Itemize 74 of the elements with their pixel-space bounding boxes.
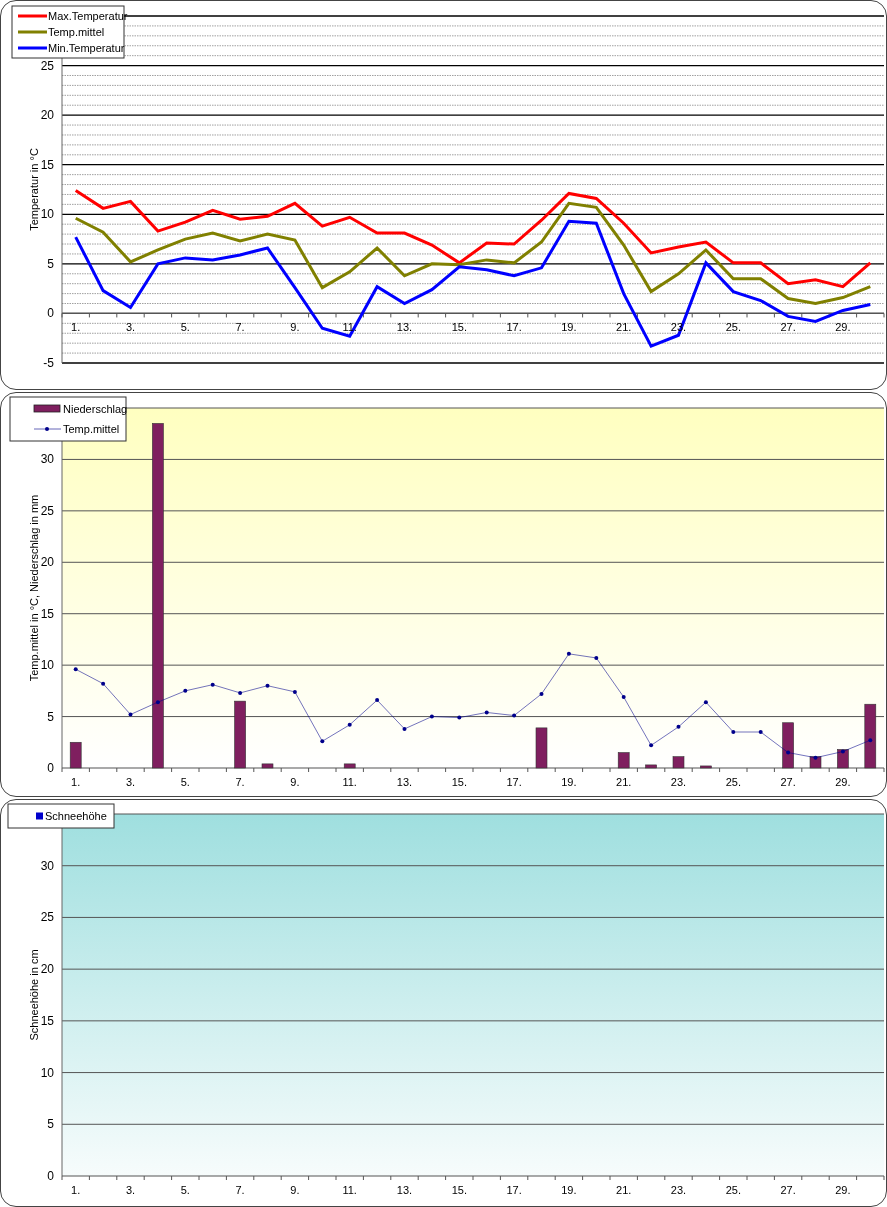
axis-title: Temp.mittel in °C, Niederschlag in mm bbox=[28, 494, 40, 682]
axis-tick-label: 5. bbox=[180, 776, 190, 788]
axis-tick-label: 15. bbox=[451, 1184, 467, 1196]
axis-tick-label: 11. bbox=[342, 1184, 357, 1196]
axis-tick-label: 7. bbox=[235, 1184, 245, 1196]
axis-title: Schneehöhe in cm bbox=[28, 949, 40, 1041]
axis-tick-label: 25. bbox=[725, 1184, 741, 1196]
axis-tick-label: 20 bbox=[40, 962, 54, 977]
axis-tick-label: 13. bbox=[396, 321, 413, 334]
axis-tick-label: 27. bbox=[780, 1184, 796, 1196]
axis-tick-label: 1. bbox=[71, 1184, 81, 1196]
axis-tick-label: 25 bbox=[40, 503, 54, 518]
legend-label: Min.Temperatur bbox=[48, 42, 125, 54]
legend-label: Niederschlag bbox=[63, 403, 128, 415]
axis-tick-label: 13. bbox=[396, 776, 413, 788]
axis-tick-label: 17. bbox=[506, 1184, 522, 1196]
axis-tick-label: 5. bbox=[180, 321, 190, 334]
axis-tick-label: 30 bbox=[40, 452, 54, 467]
axis-tick-label: 3. bbox=[125, 321, 136, 334]
axis-tick-label: 21. bbox=[616, 776, 632, 788]
axis-tick-label: 0 bbox=[47, 1169, 54, 1183]
axis-tick-label: 10 bbox=[40, 658, 54, 673]
axis-tick-label: 27. bbox=[780, 321, 796, 334]
axis-tick-label: 1. bbox=[71, 776, 81, 788]
axis-tick-label: 23. bbox=[670, 776, 687, 788]
legend-label: Temp.mittel bbox=[48, 26, 105, 38]
axis-tick-label: 15 bbox=[40, 1013, 54, 1028]
axis-tick-label: 13. bbox=[396, 1184, 413, 1196]
axis-tick-label: 23. bbox=[670, 1184, 687, 1196]
axis-tick-label: 21. bbox=[616, 321, 632, 334]
axis-tick-label: 9. bbox=[290, 776, 300, 788]
axis-tick-label: 5 bbox=[47, 709, 54, 724]
axis-tick-label: 27. bbox=[780, 776, 796, 788]
axis-tick-label: 9. bbox=[290, 1184, 300, 1196]
axis-tick-label: 15. bbox=[451, 321, 467, 334]
axis-tick-label: 15. bbox=[451, 776, 467, 788]
axis-tick-label: 20 bbox=[40, 555, 54, 570]
axis-tick-label: 11. bbox=[342, 776, 357, 788]
legend-label: Max.Temperatur bbox=[48, 10, 128, 22]
axis-tick-label: 29. bbox=[835, 321, 851, 334]
axis-tick-label: 30 bbox=[40, 858, 54, 873]
axis-tick-label: 19. bbox=[561, 321, 577, 334]
axis-tick-label: 21. bbox=[616, 1184, 632, 1196]
axis-tick-label: 7. bbox=[235, 776, 245, 788]
axis-tick-label: 0 bbox=[47, 306, 54, 321]
legend-label: Schneehöhe bbox=[45, 810, 107, 822]
axis-tick-label: 15 bbox=[40, 606, 54, 621]
axis-tick-label: 0 bbox=[47, 761, 54, 775]
axis-tick-label: 17. bbox=[506, 321, 522, 334]
axis-tick-label: 20 bbox=[40, 108, 54, 123]
axis-tick-label: 19. bbox=[561, 1184, 577, 1196]
axis-tick-label: 5 bbox=[47, 256, 54, 271]
axis-tick-label: 29. bbox=[835, 1184, 851, 1196]
axis-tick-label: 3. bbox=[125, 776, 136, 788]
axis-tick-label: 3. bbox=[125, 1184, 136, 1196]
axis-tick-label: 25. bbox=[725, 776, 741, 788]
axis-tick-label: 7. bbox=[235, 321, 245, 334]
axis-tick-label: 25 bbox=[40, 58, 54, 73]
axis-tick-label: 25 bbox=[40, 910, 54, 925]
axis-tick-label: 5 bbox=[47, 1117, 54, 1132]
axis-tick-label: 10 bbox=[40, 207, 54, 222]
axis-tick-label: 10 bbox=[40, 1065, 54, 1080]
axis-tick-label: -5 bbox=[43, 356, 54, 370]
axis-tick-label: 29. bbox=[835, 776, 851, 788]
axis-tick-label: 5. bbox=[180, 1184, 190, 1196]
legend-label: Temp.mittel bbox=[63, 423, 120, 435]
axis-tick-label: 9. bbox=[290, 321, 300, 334]
legend-swatch-icon bbox=[33, 427, 62, 431]
axis-tick-label: 19. bbox=[561, 776, 577, 788]
axis-title: Temperatur in °C bbox=[28, 148, 40, 231]
axis-tick-label: 1. bbox=[71, 321, 81, 334]
axis-tick-label: 15 bbox=[40, 157, 54, 172]
axis-tick-label: 17. bbox=[506, 776, 522, 788]
axis-tick-label: 25. bbox=[725, 321, 741, 334]
